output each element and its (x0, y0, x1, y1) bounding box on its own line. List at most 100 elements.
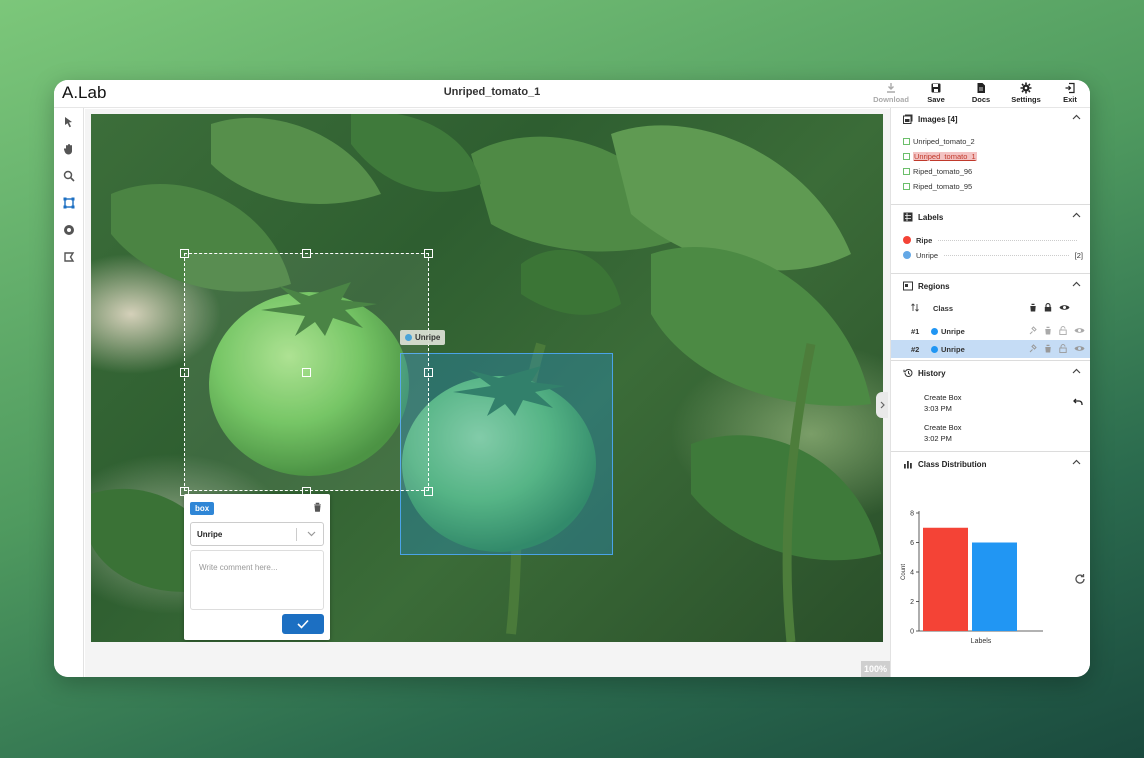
pin-icon[interactable] (1029, 326, 1037, 335)
region-box-2[interactable] (400, 353, 613, 555)
zoom-tool[interactable] (60, 167, 78, 185)
region-tag: Unripe (400, 330, 446, 345)
image-list-item[interactable]: Unriped_tomato_2 (903, 137, 975, 146)
eye-icon[interactable] (1074, 326, 1085, 335)
download-icon (887, 83, 895, 93)
chevron-up-icon[interactable] (1072, 212, 1081, 218)
eye-icon[interactable] (1074, 344, 1085, 353)
y-tick-label: 6 (910, 540, 914, 547)
download-button[interactable]: Download (869, 82, 913, 104)
right-sidebar: Images [4] Unriped_tomato_2 Unriped_toma… (890, 108, 1090, 677)
circle-tool[interactable] (60, 221, 78, 239)
image-name: Unriped_tomato_2 (913, 137, 975, 146)
images-panel: Images [4] Unriped_tomato_2 Unriped_toma… (891, 108, 1090, 205)
confirm-button[interactable] (282, 614, 324, 634)
class-select[interactable]: Unripe (190, 522, 324, 546)
page-title: Unriped_tomato_1 (443, 86, 541, 98)
region-row-2[interactable]: #2 Unripe (891, 340, 1090, 358)
lock-icon[interactable] (1044, 303, 1052, 312)
top-bar: A.Lab Unriped_tomato_1 Download Save Doc… (54, 80, 1090, 108)
select-tool[interactable] (60, 113, 78, 131)
unlock-icon[interactable] (1059, 326, 1067, 335)
pan-tool[interactable] (60, 140, 78, 158)
sort-icon[interactable] (911, 303, 919, 312)
region-number: #1 (911, 327, 920, 336)
tomato-photo: Unripe box Unripe Write comment here... (91, 114, 883, 642)
image-checkbox[interactable] (903, 168, 910, 175)
polygon-tool[interactable] (60, 248, 78, 266)
history-item[interactable]: Create Box 3:02 PM (924, 422, 962, 444)
class-distribution-header[interactable]: Class Distribution (891, 453, 1090, 477)
labels-panel-title: Labels (918, 213, 944, 222)
history-panel-title: History (918, 369, 946, 378)
comment-placeholder: Write comment here... (199, 563, 278, 572)
region-label: Unripe (941, 327, 965, 336)
resize-handle[interactable] (424, 368, 433, 377)
save-icon (931, 83, 941, 93)
resize-handle[interactable] (302, 368, 311, 377)
pin-icon[interactable] (1029, 344, 1037, 353)
pan-icon (63, 144, 72, 155)
resize-handle[interactable] (424, 487, 433, 496)
x-axis-label: Labels (971, 638, 992, 645)
regions-header-row: Class (891, 299, 1090, 317)
image-list-item[interactable]: Riped_tomato_95 (903, 182, 972, 191)
history-time: 3:02 PM (924, 434, 952, 443)
chevron-up-icon[interactable] (1072, 281, 1081, 287)
region-row-1[interactable]: #1 Unripe (891, 322, 1090, 340)
eye-icon[interactable] (1059, 303, 1070, 312)
image-checkbox[interactable] (903, 138, 910, 145)
sidebar-collapse-handle[interactable] (876, 392, 888, 418)
image-list-item-active[interactable]: Unriped_tomato_1 (903, 152, 977, 161)
regions-panel-header[interactable]: Regions (891, 275, 1090, 299)
class-distribution-title: Class Distribution (918, 460, 987, 469)
save-label: Save (927, 95, 945, 104)
image-checkbox[interactable] (903, 153, 910, 160)
bar-unripe (972, 542, 1017, 631)
image-checkbox[interactable] (903, 183, 910, 190)
label-item-unripe[interactable]: Unripe [2] (903, 248, 1083, 262)
annotation-canvas[interactable]: Unripe box Unripe Write comment here... (85, 109, 890, 677)
resize-handle[interactable] (302, 249, 311, 258)
unlock-icon[interactable] (1059, 344, 1067, 353)
app-window: A.Lab Unriped_tomato_1 Download Save Doc… (54, 80, 1090, 677)
comment-field[interactable]: Write comment here... (190, 550, 324, 610)
chevron-up-icon[interactable] (1072, 459, 1081, 465)
region-color-dot (931, 346, 938, 353)
history-item[interactable]: Create Box 3:03 PM (924, 392, 962, 414)
region-color-dot (931, 328, 938, 335)
docs-button[interactable]: Docs (959, 82, 1003, 104)
trash-icon[interactable] (1029, 303, 1037, 312)
history-panel-header[interactable]: History (891, 362, 1090, 386)
history-action: Create Box (924, 423, 962, 432)
image-list-item[interactable]: Riped_tomato_96 (903, 167, 972, 176)
regions-panel: Regions Class #1 Unripe #2 Unripe (891, 275, 1090, 361)
resize-handle[interactable] (180, 249, 189, 258)
resize-handle[interactable] (180, 368, 189, 377)
history-panel: History Create Box 3:03 PM Create Box 3:… (891, 362, 1090, 452)
region-label: Unripe (941, 345, 965, 354)
labels-panel: Labels Ripe Unripe [2] (891, 206, 1090, 274)
settings-button[interactable]: Settings (1004, 82, 1048, 104)
resize-handle[interactable] (424, 249, 433, 258)
history-time: 3:03 PM (924, 404, 952, 413)
images-panel-header[interactable]: Images [4] (891, 108, 1090, 132)
undo-icon[interactable] (1073, 398, 1083, 406)
y-axis-label: Count (901, 564, 907, 580)
labels-icon (903, 212, 913, 222)
y-tick-label: 4 (910, 570, 914, 577)
trash-icon[interactable] (313, 502, 322, 512)
trash-icon[interactable] (1044, 326, 1052, 335)
refresh-icon[interactable] (1074, 573, 1086, 585)
chevron-up-icon[interactable] (1072, 114, 1081, 120)
trash-icon[interactable] (1044, 344, 1052, 353)
label-color-dot (903, 236, 911, 244)
label-item-ripe[interactable]: Ripe (903, 233, 1083, 247)
chevron-up-icon[interactable] (1072, 368, 1081, 374)
bounding-box-tool[interactable] (60, 194, 78, 212)
labels-panel-header[interactable]: Labels (891, 206, 1090, 230)
exit-button[interactable]: Exit (1048, 82, 1090, 104)
class-distribution-chart: 0 2 4 6 8 Labels Count (901, 511, 1043, 645)
bar-chart-icon (904, 461, 912, 469)
save-button[interactable]: Save (914, 82, 958, 104)
